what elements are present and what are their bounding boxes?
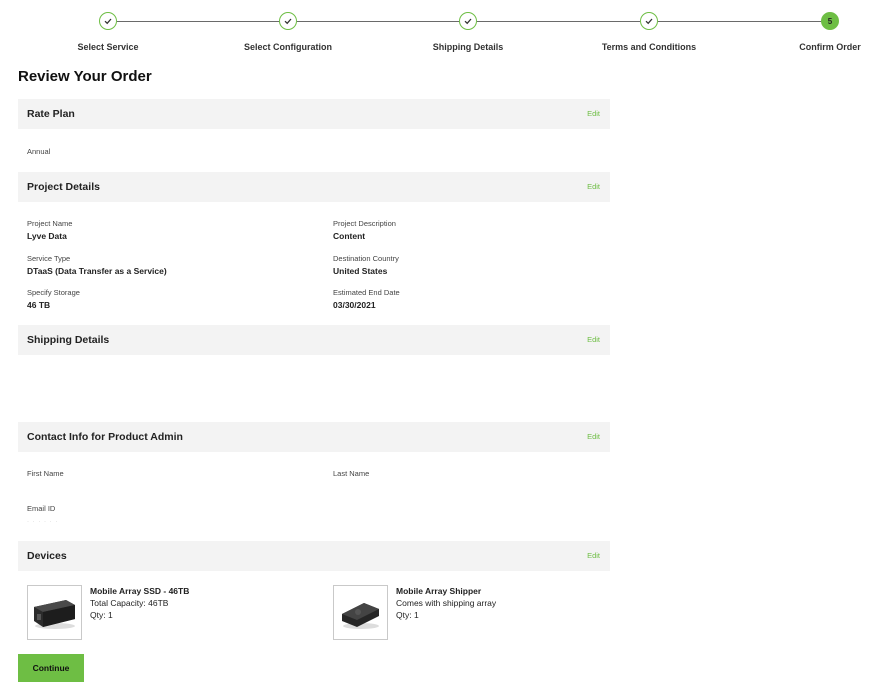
section-title: Shipping Details	[27, 334, 110, 346]
estimated-end-date-label: Estimated End Date	[333, 288, 400, 297]
step-connector	[658, 21, 822, 22]
rate-plan-section-header: Rate Plan Edit	[18, 99, 610, 129]
step-4-indicator[interactable]	[640, 12, 658, 30]
edit-shipping-details-link[interactable]: Edit	[587, 335, 600, 344]
devices-section-header: Devices Edit	[18, 541, 610, 571]
rate-plan-value: Annual	[27, 147, 51, 156]
destination-country-value: United States	[333, 266, 388, 276]
step-label-confirm-order: Confirm Order	[799, 42, 861, 52]
device-qty: Qty: 1	[90, 610, 113, 620]
project-name-label: Project Name	[27, 219, 73, 228]
project-description-label: Project Description	[333, 219, 396, 228]
check-icon	[284, 18, 292, 25]
device-name: Mobile Array Shipper	[396, 586, 482, 596]
step-label-shipping-details[interactable]: Shipping Details	[433, 42, 504, 52]
email-id-value: · · · · · ·	[27, 519, 59, 525]
device-image-shipper	[333, 585, 388, 640]
step-label-select-configuration[interactable]: Select Configuration	[244, 42, 332, 52]
device-image-ssd	[27, 585, 82, 640]
mobile-array-shipper-image	[342, 603, 379, 629]
progress-stepper: 5 Select Service Select Configuration Sh…	[0, 0, 885, 60]
section-title: Devices	[27, 550, 67, 562]
first-name-label: First Name	[27, 469, 64, 478]
shipping-details-section-header: Shipping Details Edit	[18, 325, 610, 355]
project-name-value: Lyve Data	[27, 231, 67, 241]
edit-rate-plan-link[interactable]: Edit	[587, 109, 600, 118]
edit-project-details-link[interactable]: Edit	[587, 182, 600, 191]
specify-storage-value: 46 TB	[27, 300, 51, 310]
device-description: Comes with shipping array	[396, 598, 497, 608]
edit-devices-link[interactable]: Edit	[587, 551, 600, 560]
page-title: Review Your Order	[18, 68, 152, 85]
device-capacity: Total Capacity: 46TB	[90, 598, 169, 608]
section-title: Rate Plan	[27, 108, 75, 120]
service-type-label: Service Type	[27, 254, 71, 263]
destination-country-label: Destination Country	[333, 254, 399, 263]
check-icon	[645, 18, 653, 25]
step-3-indicator[interactable]	[459, 12, 477, 30]
step-label-terms-and-conditions[interactable]: Terms and Conditions	[602, 42, 696, 52]
email-id-label: Email ID	[27, 504, 56, 513]
check-icon	[464, 18, 472, 25]
check-icon	[104, 18, 112, 25]
contact-info-section-header: Contact Info for Product Admin Edit	[18, 422, 610, 452]
section-title: Contact Info for Product Admin	[27, 431, 183, 443]
step-number: 5	[827, 16, 833, 26]
step-1-indicator[interactable]	[99, 12, 117, 30]
step-2-indicator[interactable]	[279, 12, 297, 30]
service-type-value: DTaaS (Data Transfer as a Service)	[27, 266, 167, 276]
mobile-array-ssd-image	[34, 600, 75, 629]
estimated-end-date-value: 03/30/2021	[333, 300, 376, 310]
device-qty: Qty: 1	[396, 610, 419, 620]
specify-storage-label: Specify Storage	[27, 288, 80, 297]
continue-button[interactable]: Continue	[18, 654, 84, 682]
section-title: Project Details	[27, 181, 100, 193]
step-connector	[117, 21, 280, 22]
edit-contact-info-link[interactable]: Edit	[587, 432, 600, 441]
step-label-select-service[interactable]: Select Service	[77, 42, 138, 52]
project-description-value: Content	[333, 231, 366, 241]
last-name-label: Last Name	[333, 469, 370, 478]
project-details-section-header: Project Details Edit	[18, 172, 610, 202]
device-name: Mobile Array SSD - 46TB	[90, 586, 190, 596]
step-connector	[297, 21, 460, 22]
step-5-indicator: 5	[821, 12, 839, 30]
step-connector	[477, 21, 640, 22]
